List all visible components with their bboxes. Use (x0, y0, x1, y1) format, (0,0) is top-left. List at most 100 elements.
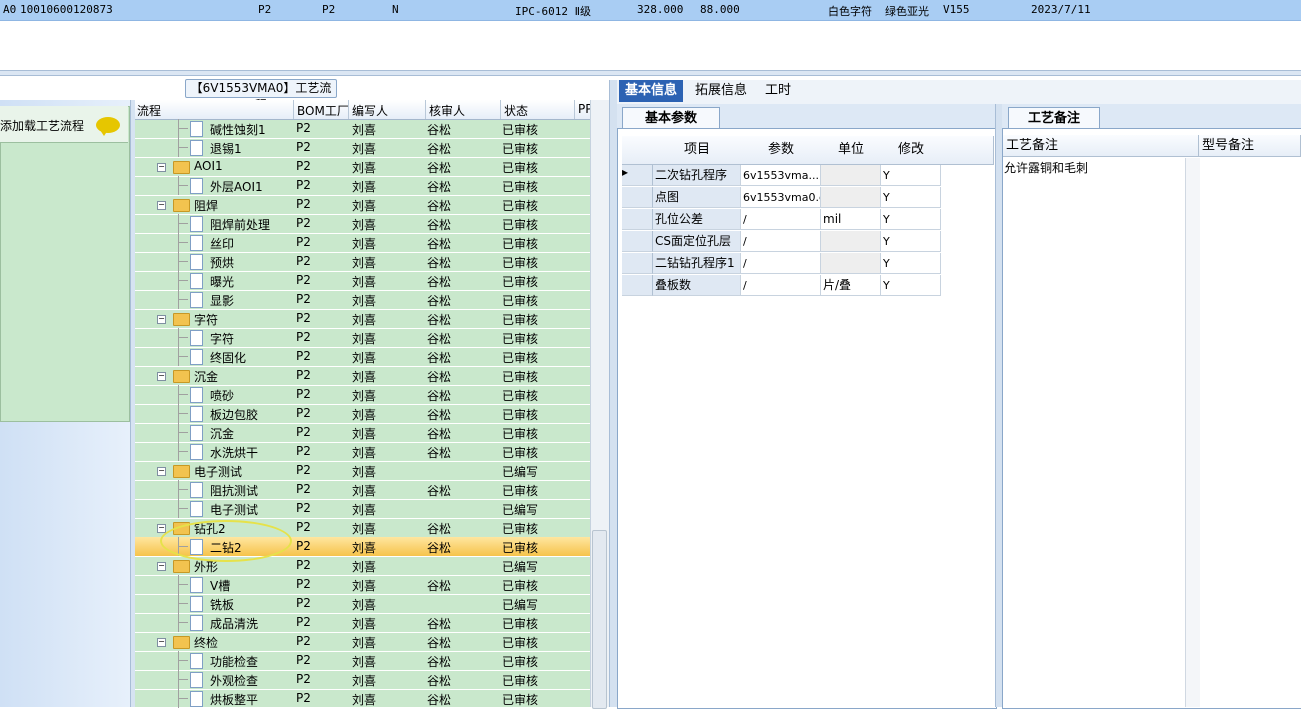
param-item[interactable]: 二次钻孔程序 (653, 165, 741, 186)
param-edit[interactable]: Y (881, 165, 941, 186)
tab-2[interactable]: 拓展信息 (689, 80, 753, 102)
tree-scroll-thumb[interactable] (592, 530, 607, 709)
row-selector[interactable] (622, 231, 653, 252)
comment-icon[interactable] (96, 117, 120, 136)
param-unit[interactable]: 片/叠 (821, 275, 881, 296)
param-unit[interactable] (821, 253, 881, 274)
column-divider[interactable] (574, 100, 575, 119)
notes-scrollbar[interactable] (1185, 158, 1200, 707)
row-selector[interactable]: ▸ (622, 165, 653, 186)
row-selector[interactable] (622, 187, 653, 208)
collapse-icon[interactable]: − (157, 638, 166, 647)
tree-row[interactable]: 板边包胶 P2 刘喜 谷松 已审核 (135, 404, 590, 424)
tree-row[interactable]: 预烘 P2 刘喜 谷松 已审核 (135, 252, 590, 272)
tree-column-header[interactable]: BOM工厂 (297, 102, 349, 119)
column-divider[interactable] (425, 100, 426, 119)
param-edit[interactable]: Y (881, 253, 941, 274)
tree-row[interactable]: 水洗烘干 P2 刘喜 谷松 已审核 (135, 442, 590, 462)
tree-node-label: 终检 (194, 636, 219, 650)
params-column-header[interactable]: 参数 (741, 136, 822, 165)
tree-row[interactable]: − 终检 P2 刘喜 谷松 已审核 (135, 632, 590, 652)
collapse-icon[interactable]: − (157, 372, 166, 381)
tree-row[interactable]: 碱性蚀刻1 P2 刘喜 谷松 已审核 (135, 119, 590, 139)
tree-column-header[interactable]: 核审人 (429, 102, 465, 119)
param-param[interactable]: 6v1553vma... (741, 165, 821, 186)
tree-row[interactable]: − 电子测试 P2 刘喜 已编写 (135, 461, 590, 481)
param-param[interactable]: / (741, 253, 821, 274)
param-edit[interactable]: Y (881, 275, 941, 296)
tab-3[interactable]: 工时 (759, 80, 797, 102)
selected-record-row[interactable]: A0 10010600120873 P2 P2 N IPC-6012 Ⅱ级 328.000 8… (0, 0, 1301, 21)
collapse-icon[interactable]: − (157, 315, 166, 324)
notes-column-header[interactable]: 工艺备注 (1003, 135, 1199, 157)
column-divider[interactable] (500, 100, 501, 119)
params-column-header[interactable]: 项目 (653, 136, 742, 165)
tree-row[interactable]: − 阻焊 P2 刘喜 谷松 已审核 (135, 195, 590, 215)
tree-column-header[interactable]: 流程 (137, 102, 161, 119)
tree-node-label: 碱性蚀刻1 (210, 123, 266, 137)
param-edit[interactable]: Y (881, 187, 941, 208)
bom-factory: P2 (296, 444, 311, 458)
row-selector[interactable] (622, 253, 653, 274)
tree-row[interactable]: 字符 P2 刘喜 谷松 已审核 (135, 328, 590, 348)
tree-row[interactable]: 阻焊前处理 P2 刘喜 谷松 已审核 (135, 214, 590, 234)
param-param[interactable]: / (741, 275, 821, 296)
param-edit[interactable]: Y (881, 209, 941, 230)
tab-process-notes[interactable]: 工艺备注 (1008, 107, 1100, 129)
tree-row[interactable]: 电子测试 P2 刘喜 已编写 (135, 499, 590, 519)
collapse-icon[interactable]: − (157, 562, 166, 571)
tree-column-header[interactable]: 状态 (504, 102, 528, 119)
tree-row[interactable]: 曝光 P2 刘喜 谷松 已审核 (135, 271, 590, 291)
tree-row[interactable]: − AOI1 P2 刘喜 谷松 已审核 (135, 157, 590, 177)
tree-row[interactable]: V槽 P2 刘喜 谷松 已审核 (135, 575, 590, 595)
tree-row[interactable]: 阻抗测试 P2 刘喜 谷松 已审核 (135, 480, 590, 500)
params-column-header[interactable]: 单位 (821, 136, 882, 165)
tree-row[interactable]: 喷砂 P2 刘喜 谷松 已审核 (135, 385, 590, 405)
tree-row[interactable]: 退锡1 P2 刘喜 谷松 已审核 (135, 138, 590, 158)
tree-row[interactable]: − 字符 P2 刘喜 谷松 已审核 (135, 309, 590, 329)
tree-row[interactable]: 沉金 P2 刘喜 谷松 已审核 (135, 423, 590, 443)
reviewer: 谷松 (427, 693, 452, 707)
tree-row[interactable]: 丝印 P2 刘喜 谷松 已审核 (135, 233, 590, 253)
param-unit[interactable]: mil (821, 209, 881, 230)
collapse-icon[interactable]: − (157, 163, 166, 172)
tree-row[interactable]: 外层AOI1 P2 刘喜 谷松 已审核 (135, 176, 590, 196)
tree-row[interactable]: 铣板 P2 刘喜 已编写 (135, 594, 590, 614)
left-panel-label[interactable]: 添加载工艺流程 (0, 117, 84, 134)
status: 已审核 (502, 617, 539, 631)
splitter-horizontal[interactable] (0, 70, 1301, 76)
process-note-text[interactable]: 允许露铜和毛刺 (1004, 159, 1088, 176)
collapse-icon[interactable]: − (157, 201, 166, 210)
param-param[interactable]: 6v1553vma0.d (741, 187, 821, 208)
tab-basic-params[interactable]: 基本参数 (622, 107, 720, 129)
param-item[interactable]: 叠板数 (653, 275, 741, 296)
status: 已审核 (502, 389, 539, 403)
param-unit[interactable] (821, 165, 881, 186)
tree-row[interactable]: 烘板整平 P2 刘喜 谷松 已审核 (135, 689, 590, 709)
notes-column-header[interactable]: 型号备注 (1199, 135, 1301, 157)
row-selector[interactable] (622, 209, 653, 230)
tree-row[interactable]: 外观检查 P2 刘喜 谷松 已审核 (135, 670, 590, 690)
param-edit[interactable]: Y (881, 231, 941, 252)
param-item[interactable]: CS面定位孔层 (653, 231, 741, 252)
row-selector[interactable] (622, 275, 653, 296)
param-param[interactable]: / (741, 231, 821, 252)
column-divider[interactable] (293, 100, 294, 119)
param-param[interactable]: / (741, 209, 821, 230)
param-item[interactable]: 孔位公差 (653, 209, 741, 230)
param-unit[interactable] (821, 187, 881, 208)
tree-row[interactable]: 显影 P2 刘喜 谷松 已审核 (135, 290, 590, 310)
param-item[interactable]: 点图 (653, 187, 741, 208)
column-divider[interactable] (348, 100, 349, 119)
param-unit[interactable] (821, 231, 881, 252)
param-item[interactable]: 二钻钻孔程序1 (653, 253, 741, 274)
tree-row[interactable]: 成品清洗 P2 刘喜 谷松 已审核 (135, 613, 590, 633)
tree-row[interactable]: 终固化 P2 刘喜 谷松 已审核 (135, 347, 590, 367)
params-column-header[interactable]: 修改 (881, 136, 942, 165)
collapse-icon[interactable]: − (157, 467, 166, 476)
tree-row[interactable]: 功能检查 P2 刘喜 谷松 已审核 (135, 651, 590, 671)
tab-1[interactable]: 基本信息 (619, 80, 684, 102)
tree-row[interactable]: − 沉金 P2 刘喜 谷松 已审核 (135, 366, 590, 386)
tree-column-header[interactable]: 编写人 (352, 102, 388, 119)
status: 已审核 (502, 427, 539, 441)
